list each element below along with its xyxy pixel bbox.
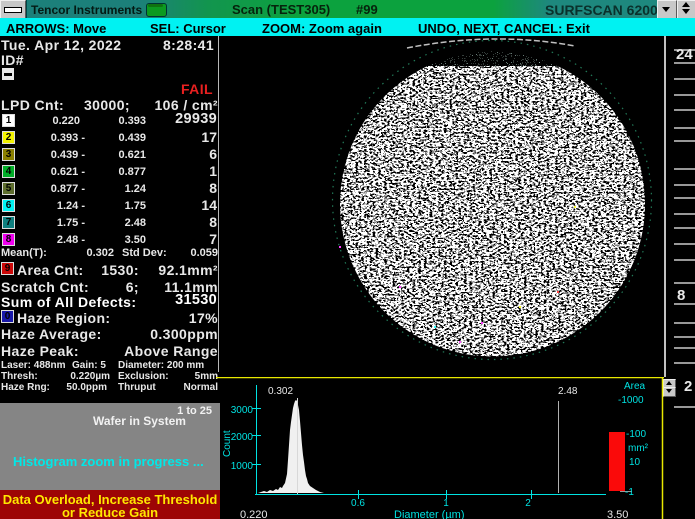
- svg-text:mm²: mm²: [628, 443, 649, 454]
- svg-text:2.48: 2.48: [558, 386, 578, 397]
- svg-text:10: 10: [629, 457, 641, 468]
- svg-text:1: 1: [443, 498, 449, 509]
- svg-text:0.220: 0.220: [240, 509, 268, 519]
- svg-text:-1: -1: [625, 487, 634, 498]
- svg-text:2000: 2000: [231, 432, 254, 443]
- svg-text:0.6: 0.6: [351, 498, 365, 509]
- svg-text:Count: Count: [222, 430, 233, 457]
- svg-text:3.50: 3.50: [607, 509, 628, 519]
- svg-text:-100: -100: [626, 429, 646, 440]
- svg-text:2: 2: [525, 498, 531, 509]
- svg-text:Area: Area: [624, 381, 646, 392]
- svg-text:1000: 1000: [231, 461, 254, 472]
- svg-text:-1000: -1000: [618, 395, 644, 406]
- svg-text:Diameter (µm): Diameter (µm): [394, 509, 465, 519]
- svg-text:0.302: 0.302: [268, 386, 293, 397]
- svg-text:3000: 3000: [231, 405, 254, 416]
